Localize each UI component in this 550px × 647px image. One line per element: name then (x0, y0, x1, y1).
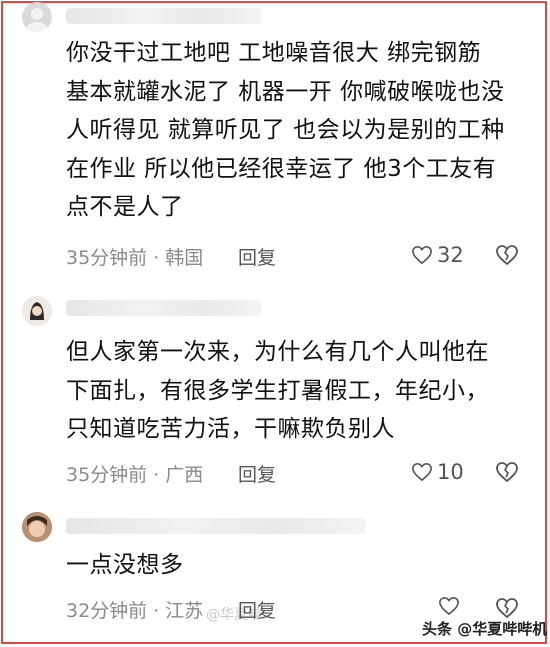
username-blurred[interactable] (66, 8, 262, 24)
reply-button[interactable]: 回复 (238, 596, 276, 623)
like-count: 32 (437, 243, 464, 267)
heart-icon (439, 596, 459, 616)
like-button[interactable]: 32 (411, 243, 464, 267)
reply-button[interactable]: 回复 (238, 243, 276, 270)
username-blurred[interactable] (66, 518, 366, 534)
user-avatar[interactable] (22, 2, 52, 32)
dislike-icon[interactable] (495, 244, 519, 266)
reply-button[interactable]: 回复 (238, 460, 276, 487)
user-avatar[interactable] (22, 296, 52, 326)
like-button[interactable]: 10 (411, 460, 464, 484)
comment-meta: 35分钟前 · 广西 (66, 464, 204, 486)
source-watermark: 头条 @华夏哔哔机 (422, 620, 548, 638)
dislike-icon[interactable] (495, 597, 519, 619)
comment-meta: 35分钟前 · 韩国 (66, 247, 204, 269)
heart-icon (412, 245, 432, 265)
dislike-icon[interactable] (495, 461, 519, 483)
username-blurred[interactable] (66, 300, 262, 316)
like-button[interactable] (438, 596, 464, 616)
heart-icon (412, 462, 432, 482)
user-avatar[interactable] (22, 512, 52, 542)
comment-text: 但人家第一次来，为什么有几个人叫他在 下面扎，有很多学生打暑假工，年纪小， 只知… (66, 339, 489, 442)
like-count: 10 (437, 460, 464, 484)
comment-text: 一点没想多 (66, 552, 184, 578)
comment-meta: 32分钟前 · 江苏 (66, 600, 204, 622)
comment-text: 你没干过工地吧 工地噪音很大 绑完钢筋 基本就罐水泥了 机器一开 你喊破喉咙也没… (66, 40, 505, 220)
